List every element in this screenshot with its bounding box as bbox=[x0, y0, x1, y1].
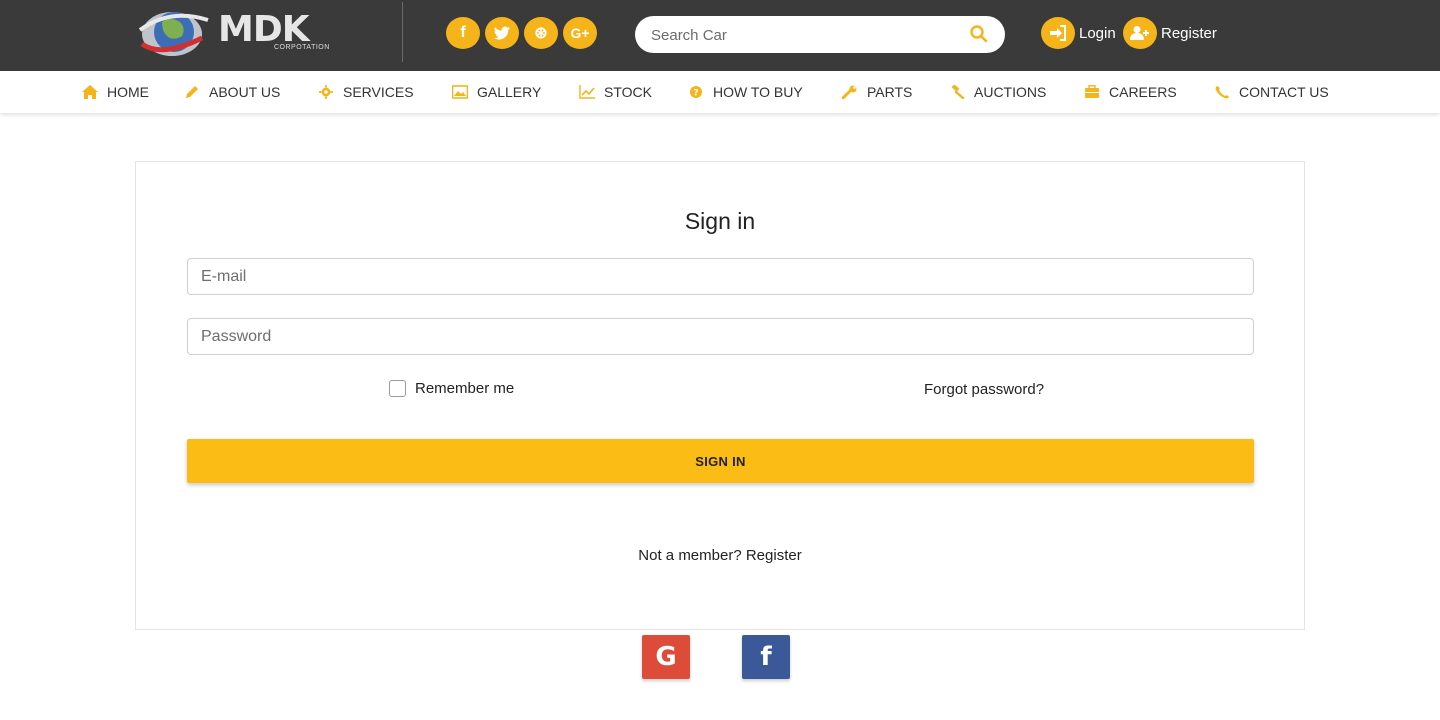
google-sign-in-button[interactable]: G bbox=[642, 635, 690, 679]
image-icon bbox=[452, 85, 468, 99]
email-field-wrapper bbox=[187, 258, 1254, 295]
sign-in-icon bbox=[1041, 17, 1075, 49]
nav-item-gallery[interactable]: GALLERY bbox=[452, 83, 541, 101]
sign-in-button-label: SIGN IN bbox=[695, 453, 746, 469]
search-icon[interactable] bbox=[969, 24, 989, 44]
brand-subtitle: CORPOTATION bbox=[274, 44, 330, 51]
top-header: MDK CORPOTATION f ⊛ G+ Login Register bbox=[0, 0, 1440, 71]
google-plus-icon: G+ bbox=[570, 25, 590, 41]
dribbble-icon: ⊛ bbox=[534, 25, 548, 42]
google-plus-link[interactable]: G+ bbox=[563, 17, 597, 49]
search-input[interactable] bbox=[651, 24, 951, 46]
nav-label-contact-us: CONTACT US bbox=[1239, 84, 1329, 100]
home-icon bbox=[82, 85, 98, 99]
google-icon: G bbox=[655, 642, 677, 672]
nav-item-careers[interactable]: CAREERS bbox=[1084, 83, 1177, 101]
remember-me-checkbox[interactable] bbox=[389, 380, 406, 397]
remember-me[interactable]: Remember me bbox=[389, 380, 514, 397]
nav-item-contact-us[interactable]: CONTACT US bbox=[1214, 83, 1329, 101]
nav-label-about-us: ABOUT US bbox=[209, 84, 281, 100]
password-field-wrapper bbox=[187, 318, 1254, 355]
facebook-icon: f bbox=[460, 24, 466, 41]
facebook-link[interactable]: f bbox=[446, 17, 480, 49]
svg-text:?: ? bbox=[693, 89, 698, 99]
dribbble-link[interactable]: ⊛ bbox=[524, 17, 558, 49]
nav-item-about-us[interactable]: ABOUT US bbox=[184, 83, 280, 101]
login-label: Login bbox=[1079, 24, 1116, 42]
twitter-link[interactable] bbox=[485, 17, 519, 49]
email-field[interactable] bbox=[201, 267, 1201, 287]
phone-icon bbox=[1214, 85, 1230, 99]
gavel-icon bbox=[949, 85, 965, 99]
nav-item-home[interactable]: HOME bbox=[82, 83, 149, 101]
nav-label-auctions: AUCTIONS bbox=[974, 84, 1047, 100]
remember-me-label: Remember me bbox=[415, 380, 515, 397]
wrench-icon bbox=[842, 85, 858, 99]
nav-item-services[interactable]: SERVICES bbox=[318, 83, 414, 101]
nav-label-services: SERVICES bbox=[343, 84, 414, 100]
add-user-icon bbox=[1123, 17, 1157, 49]
nav-item-stock[interactable]: STOCK bbox=[579, 83, 652, 101]
nav-item-parts[interactable]: PARTS bbox=[842, 83, 912, 101]
facebook-sign-in-button[interactable]: f bbox=[742, 635, 790, 679]
gear-icon bbox=[318, 85, 334, 99]
facebook-icon: f bbox=[760, 642, 772, 672]
twitter-icon bbox=[494, 26, 510, 40]
pencil-icon bbox=[184, 85, 200, 99]
password-field[interactable] bbox=[201, 327, 1201, 347]
register-label: Register bbox=[1161, 24, 1217, 42]
nav-item-how-to-buy[interactable]: ? HOW TO BUY bbox=[688, 83, 803, 101]
briefcase-icon bbox=[1084, 85, 1100, 99]
search-bar bbox=[635, 16, 1005, 53]
globe-logo-icon bbox=[138, 12, 209, 56]
login-link[interactable]: Login bbox=[1041, 17, 1116, 49]
nav-label-home: HOME bbox=[107, 84, 149, 100]
nav-label-parts: PARTS bbox=[867, 84, 913, 100]
sign-in-title: Sign in bbox=[684, 208, 756, 234]
nav-label-careers: CAREERS bbox=[1109, 84, 1177, 100]
sign-in-button[interactable]: SIGN IN bbox=[187, 439, 1254, 483]
register-prompt-link[interactable]: Not a member? Register bbox=[136, 547, 1304, 564]
chart-line-icon bbox=[579, 85, 595, 99]
forgot-password-link[interactable]: Forgot password? bbox=[924, 381, 1044, 398]
register-link[interactable]: Register bbox=[1123, 17, 1217, 49]
main-nav: HOME ABOUT US SERVICES GALLERY STOCK ? H… bbox=[0, 71, 1440, 113]
header-divider bbox=[402, 2, 403, 62]
nav-item-auctions[interactable]: AUCTIONS bbox=[949, 83, 1046, 101]
nav-label-stock: STOCK bbox=[604, 84, 652, 100]
nav-label-gallery: GALLERY bbox=[477, 84, 542, 100]
nav-label-how-to-buy: HOW TO BUY bbox=[713, 84, 803, 100]
brand-logo[interactable]: MDK CORPOTATION bbox=[134, 4, 334, 64]
sign-in-card: Sign in Remember me Forgot password? SIG… bbox=[135, 161, 1305, 630]
question-icon: ? bbox=[688, 85, 704, 99]
